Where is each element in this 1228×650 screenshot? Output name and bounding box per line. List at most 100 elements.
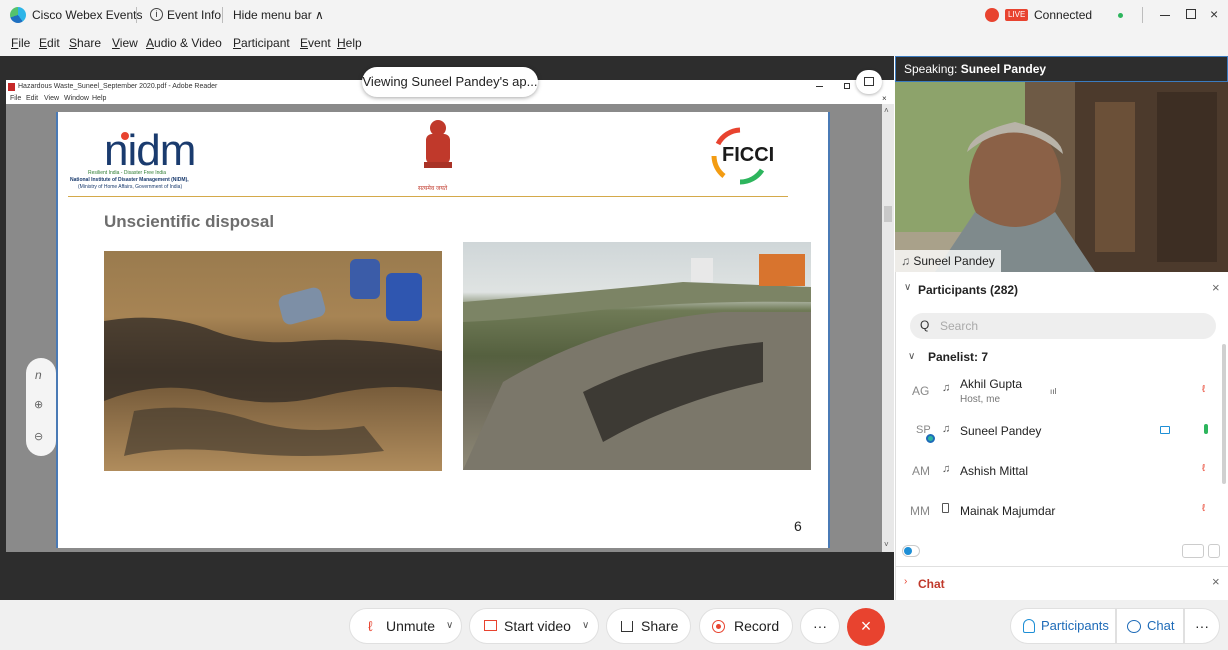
end-meeting-button[interactable]: ×	[847, 608, 885, 646]
more-options-icon[interactable]	[1208, 544, 1220, 558]
record-label: Record	[734, 618, 780, 634]
speaker-video: ♫ Suneel Pandey	[895, 82, 1228, 272]
restore-icon[interactable]	[1186, 9, 1196, 19]
mic-muted-icon[interactable]: ℓ	[1202, 503, 1205, 514]
adobe-menu-edit[interactable]: Edit	[26, 95, 38, 102]
participants-toggle-button[interactable]: Participants	[1010, 608, 1116, 644]
viewing-share-badge[interactable]: Viewing Suneel Pandey's ap...	[362, 67, 538, 97]
adobe-restore-icon[interactable]	[844, 83, 850, 89]
panel-options-button[interactable]: ···	[1184, 608, 1220, 644]
chat-close-icon[interactable]: ×	[1212, 574, 1220, 589]
signal-strength-icon: ııl	[1050, 387, 1057, 396]
live-badge: LIVE	[1005, 9, 1029, 21]
unmute-button[interactable]: ℓ Unmute ∨	[349, 608, 462, 644]
avatar: AG	[912, 384, 930, 398]
mic-muted-icon: ℓ	[368, 618, 373, 634]
scroll-up-icon[interactable]: ˄	[884, 106, 889, 115]
menu-edit[interactable]: Edit	[39, 36, 60, 50]
event-info-button[interactable]: Event Info	[167, 8, 221, 22]
adobe-title: Hazardous Waste_Suneel_September 2020.pd…	[18, 83, 218, 90]
adobe-minimize-icon[interactable]	[816, 86, 823, 87]
panel-scrollbar[interactable]	[1222, 344, 1226, 484]
nidm-ministry: (Ministry of Home Affairs, Government of…	[78, 184, 183, 190]
vertical-scrollbar[interactable]: ˄ ˅	[882, 104, 894, 552]
participant-name: Mainak Majumdar	[960, 504, 1056, 518]
chat-label: Chat	[1147, 618, 1175, 633]
minimize-icon[interactable]	[1160, 15, 1170, 16]
chevron-down-icon[interactable]: ∨	[446, 609, 453, 643]
more-button[interactable]: ···	[800, 608, 840, 644]
adobe-menu-file[interactable]: File	[10, 95, 21, 102]
participant-row[interactable]: MM Mainak Majumdar ℓ	[896, 494, 1216, 530]
menu-event[interactable]: Event	[300, 36, 331, 50]
participant-row[interactable]: SP ♫ Suneel Pandey	[896, 414, 1216, 450]
mic-muted-icon[interactable]: ℓ	[1202, 463, 1205, 474]
menu-participant[interactable]: Participant	[233, 36, 290, 50]
slide-heading: Unscientific disposal	[104, 212, 275, 231]
active-speaker-name: Suneel Pandey	[960, 62, 1047, 76]
oil-spill-barrels-photo	[104, 251, 442, 471]
participants-label: Participants	[1041, 618, 1109, 633]
menu-share[interactable]: Share	[69, 36, 101, 50]
participant-row[interactable]: AM ♫ Ashish Mittal ℓ	[896, 454, 1216, 490]
adobe-close-icon[interactable]: ×	[882, 94, 887, 103]
roadside-dumping-photo	[463, 242, 811, 470]
connection-status: Connected	[1034, 8, 1093, 22]
participant-name: Suneel Pandey	[960, 424, 1042, 438]
chat-section-label[interactable]: Chat	[918, 577, 945, 591]
participant-role: Host, me	[960, 394, 1001, 405]
unmute-label: Unmute	[386, 618, 436, 634]
adobe-menu-window[interactable]: Window	[64, 95, 89, 102]
close-icon[interactable]: ×	[1210, 6, 1218, 22]
hide-menu-bar-button[interactable]: Hide menu bar ∧	[233, 8, 324, 22]
phone-icon	[942, 503, 949, 513]
menu-audio-video[interactable]: Audio & Video	[146, 36, 222, 50]
chat-expand-icon[interactable]: ›	[904, 576, 907, 587]
record-dot	[716, 624, 721, 629]
floating-tools: n ⊕ ⊖	[26, 358, 56, 456]
recording-indicator-icon	[985, 8, 999, 22]
chat-toggle-button[interactable]: Chat	[1116, 608, 1184, 644]
scroll-thumb[interactable]	[884, 206, 892, 222]
participant-name: Akhil Gupta	[960, 377, 1023, 391]
record-button[interactable]: Record	[699, 608, 793, 644]
panelist-group-label: Panelist: 7	[928, 350, 989, 364]
share-button[interactable]: Share	[606, 608, 691, 644]
title-bar: Cisco Webex Events i Event Info Hide men…	[0, 0, 1228, 30]
chevron-down-icon[interactable]: ∨	[582, 609, 589, 643]
participants-close-icon[interactable]: ×	[1212, 280, 1220, 295]
scroll-down-icon[interactable]: ˅	[884, 540, 889, 549]
zoom-in-icon[interactable]: ⊕	[34, 398, 43, 411]
avatar: MM	[910, 504, 930, 518]
slide-page-number: 6	[794, 518, 802, 534]
raise-hand-icon[interactable]	[1182, 544, 1204, 558]
participants-icon	[1023, 619, 1035, 633]
participants-collapse-icon[interactable]: ∨	[904, 282, 911, 293]
video-label: Suneel Pandey	[913, 254, 995, 268]
zoom-out-icon[interactable]: ⊖	[34, 430, 43, 443]
panelist-group-toggle-icon[interactable]: ∨	[908, 351, 915, 362]
participant-search-input[interactable]: Q Search	[910, 313, 1216, 339]
share-icon	[621, 621, 633, 632]
menu-file[interactable]: File	[11, 36, 30, 50]
mic-muted-icon[interactable]: ℓ	[1202, 384, 1205, 395]
mic-on-icon[interactable]	[1204, 424, 1208, 434]
menu-view[interactable]: View	[112, 36, 138, 50]
share-label: Share	[641, 618, 679, 634]
annotate-icon[interactable]: n	[35, 368, 42, 382]
presentation-slide: nidm Resilient India - Disaster Free Ind…	[56, 112, 830, 548]
video-on-icon[interactable]	[1160, 426, 1170, 434]
participant-row[interactable]: AG ♫ Akhil Gupta Host, me ııl ℓ	[896, 372, 1216, 412]
start-video-label: Start video	[504, 618, 571, 634]
audio-icon: ♫	[901, 254, 914, 268]
start-video-button[interactable]: Start video ∨	[469, 608, 599, 644]
nidm-logo-dot	[121, 132, 129, 140]
headset-icon: ♫	[942, 423, 951, 435]
info-icon[interactable]: i	[150, 8, 163, 21]
chat-icon	[1127, 620, 1141, 633]
adobe-menu-view[interactable]: View	[44, 95, 59, 102]
menu-help[interactable]: Help	[337, 36, 362, 50]
adobe-menu-help[interactable]: Help	[92, 95, 106, 102]
separator	[222, 7, 223, 23]
participant-name: Ashish Mittal	[960, 464, 1029, 478]
